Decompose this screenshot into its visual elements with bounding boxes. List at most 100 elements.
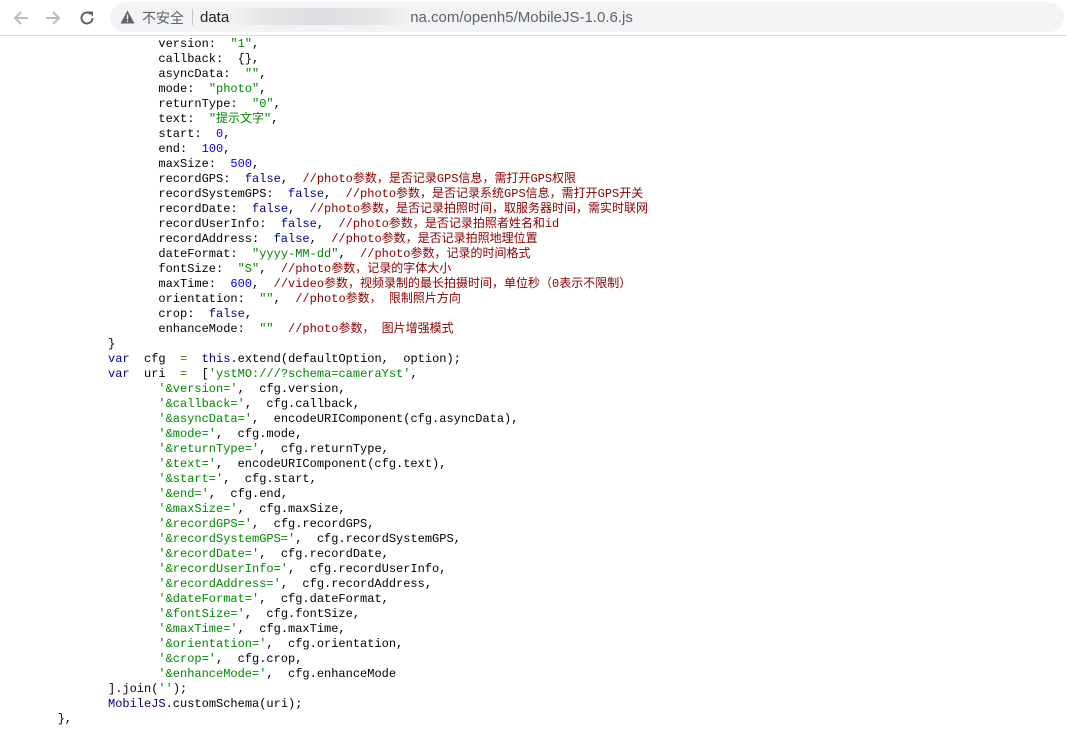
code-token: , cfg.maxSize, [237,502,346,516]
code-token: //photo参数，记录的时间格式 [360,247,531,261]
code-line: '&recordGPS=', cfg.recordGPS, [0,517,648,532]
code-token: '&recordDate=' [158,547,260,561]
code-token: , [244,307,253,321]
code-token: , cfg.callback, [244,397,361,411]
code-token: false [273,232,310,246]
code-token: , [223,127,231,141]
code-token: , [259,67,267,81]
code-line: asyncData: "", [0,67,648,82]
code-token: } [108,337,116,351]
code-token: , cfg.maxTime, [237,622,346,636]
code-token: '&fontSize=' [158,607,245,621]
code-token: , [338,247,361,261]
code-token: enhanceMode: [158,322,260,336]
code-token: version: [158,37,231,51]
back-button[interactable] [9,6,33,30]
code-token: text: [158,112,209,126]
code-token: , [273,292,296,306]
code-token: .customSchema(uri); [165,697,303,711]
code-line: returnType: "0", [0,97,648,112]
code-token: //photo参数，是否记录GPS信息，需打开GPS权限 [302,172,577,186]
reload-button[interactable] [75,6,99,30]
code-token: , cfg.returnType, [259,442,389,456]
code-token: '&recordGPS=' [158,517,253,531]
code-token: ); [172,682,188,696]
code-token: 600 [230,277,253,291]
code-line: recordGPS: false, //photo参数，是否记录GPS信息，需打… [0,172,648,187]
code-token: , cfg.fontSize, [244,607,361,621]
code-line: '&recordDate=', cfg.recordDate, [0,547,648,562]
code-line: '&asyncData=', encodeURIComponent(cfg.as… [0,412,648,427]
code-token: , cfg.recordSystemGPS, [295,532,461,546]
code-token: MobileJS [108,697,166,711]
code-line: dateFormat: "yyyy-MM-dd", //photo参数，记录的时… [0,247,648,262]
code-token: //photo参数， 限制照片方向 [295,292,461,306]
code-token: , [288,202,310,216]
code-token: false [280,217,317,231]
arrow-right-icon [46,11,61,25]
url-text[interactable]: data na.com/openh5/MobileJS-1.0.6.js [200,8,633,26]
code-line: '&orientation=', cfg.orientation, [0,637,648,652]
code-token: '&orientation=' [158,637,267,651]
code-token: maxSize: [158,157,231,171]
code-token: asyncData: [158,67,245,81]
code-token: [ [187,367,209,381]
code-token: 500 [230,157,253,171]
code-line: '&text=', encodeURIComponent(cfg.text), [0,457,648,472]
code-line: var uri = ['ystMO:///?schema=cameraYst', [0,367,648,382]
code-line: '&maxTime=', cfg.maxTime, [0,622,648,637]
code-token: recordDate: [158,202,253,216]
code-line: text: "提示文字", [0,112,648,127]
code-line: mode: "photo", [0,82,648,97]
code-token: , cfg.crop, [216,652,303,666]
code-token: recordAddress: [158,232,274,246]
code-token: '&maxTime=' [158,622,238,636]
code-line: '&recordAddress=', cfg.recordAddress, [0,577,648,592]
code-token: var [108,352,130,366]
code-token: false [208,307,245,321]
code-token: "" [244,67,260,81]
code-token: returnType: [158,97,253,111]
code-token: , [252,37,260,51]
code-line: recordSystemGPS: false, //photo参数，是否记录系统… [0,187,648,202]
code-line: orientation: "", //photo参数， 限制照片方向 [0,292,648,307]
code-token: '&text=' [158,457,216,471]
code-line: crop: false, [0,307,648,322]
code-line: enhanceMode: "" //photo参数， 图片增强模式 [0,322,648,337]
code-line: '&maxSize=', cfg.maxSize, [0,502,648,517]
code-token: //video参数，视频录制的最长拍摄时间，单位秒（0表示不限制） [273,277,632,291]
code-token: orientation: [158,292,260,306]
code-token: "yyyy-MM-dd" [252,247,339,261]
code-line: fontSize: "S", //photo参数，记录的字体大小 [0,262,648,277]
code-token: , [223,142,231,156]
code-token: fontSize: [158,262,238,276]
code-line: } [0,337,648,352]
code-token: , cfg.recordGPS, [252,517,375,531]
forward-button[interactable] [41,6,65,30]
address-bar[interactable]: 不安全 data na.com/openh5/MobileJS-1.0.6.js [110,2,1064,32]
code-token: "" [259,322,274,336]
code-token: '&crop=' [158,652,216,666]
code-token: , encodeURIComponent(cfg.asyncData), [252,412,519,426]
code-token: //photo参数，是否记录拍照者姓名和id [338,217,560,231]
code-token: var [108,367,130,381]
code-line: '&returnType=', cfg.returnType, [0,442,648,457]
code-line: recordAddress: false, //photo参数，是否记录拍照地理… [0,232,648,247]
code-token: , [410,367,418,381]
code-token: , cfg.end, [208,487,289,501]
code-line: '&enhanceMode=', cfg.enhanceMode [0,667,648,682]
code-token: '&maxSize=' [158,502,238,516]
browser-toolbar: 不安全 data na.com/openh5/MobileJS-1.0.6.js [0,0,1066,36]
url-prefix: data [200,9,230,26]
code-line: '&fontSize=', cfg.fontSize, [0,607,648,622]
code-token: '&version=' [158,382,238,396]
url-suffix: na.com/openh5/MobileJS-1.0.6.js [410,9,633,26]
code-token: '&enhanceMode=' [158,667,267,681]
code-token: //photo参数，是否记录拍照时间，取服务器时间，需实时联网 [309,202,649,216]
divider [192,9,193,25]
security-status-label[interactable]: 不安全 [142,8,184,28]
code-line: '&recordUserInfo=', cfg.recordUserInfo, [0,562,648,577]
code-token: , [280,172,303,186]
code-token: "提示文字" [208,112,272,126]
